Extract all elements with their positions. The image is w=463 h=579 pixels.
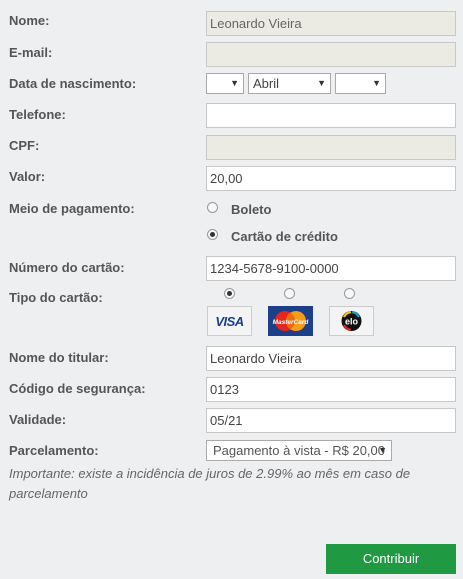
numero-cartao-field[interactable]: 1234-5678-9100-0000 (206, 256, 456, 281)
nome-label: Nome: (9, 13, 50, 28)
nascimento-label: Data de nascimento: (9, 76, 137, 91)
cartao-credito-label[interactable]: Cartão de crédito (231, 229, 338, 244)
parcelamento-select[interactable]: Pagamento à vista - R$ 20,00 ▼ (206, 440, 392, 461)
cpf-label: CPF: (9, 138, 40, 153)
elo-logo[interactable]: elo (329, 306, 374, 336)
svg-text:elo: elo (345, 317, 359, 327)
telefone-label: Telefone: (9, 107, 66, 122)
valor-label: Valor: (9, 169, 46, 184)
titular-label: Nome do titular: (9, 350, 109, 365)
validade-label: Validade: (9, 412, 67, 427)
svg-text:MasterCard: MasterCard (273, 319, 310, 326)
mastercard-logo[interactable]: MasterCard (268, 306, 313, 336)
chevron-down-icon: ▼ (378, 445, 387, 455)
valor-field[interactable]: 20,00 (206, 166, 456, 191)
numero-cartao-label: Número do cartão: (9, 260, 125, 275)
validade-field[interactable]: 05/21 (206, 408, 456, 433)
chevron-down-icon: ▼ (317, 78, 326, 88)
visa-logo[interactable]: VISA (207, 306, 252, 336)
visa-radio[interactable] (224, 288, 235, 299)
boleto-radio[interactable] (207, 202, 218, 213)
cpf-field[interactable] (206, 135, 456, 160)
nascimento-ano-select[interactable]: ▼ (335, 73, 386, 94)
boleto-label[interactable]: Boleto (231, 202, 271, 217)
email-label: E-mail: (9, 45, 53, 60)
chevron-down-icon: ▼ (230, 78, 239, 88)
titular-field[interactable]: Leonardo Vieira (206, 346, 456, 371)
elo-icon: elo (341, 311, 362, 331)
cartao-credito-radio[interactable] (207, 229, 218, 240)
parcelamento-label: Parcelamento: (9, 443, 99, 458)
chevron-down-icon: ▼ (372, 78, 381, 88)
email-field[interactable] (206, 42, 456, 67)
tipo-cartao-label: Tipo do cartão: (9, 290, 103, 305)
elo-radio[interactable] (344, 288, 355, 299)
nascimento-mes-select[interactable]: Abril ▼ (248, 73, 331, 94)
codigo-field[interactable]: 0123 (206, 377, 456, 402)
juros-note: Importante: existe a incidência de juros… (9, 466, 411, 501)
contribuir-button[interactable]: Contribuir (326, 544, 456, 574)
mastercard-icon: MasterCard (269, 307, 312, 335)
parcelamento-value: Pagamento à vista - R$ 20,00 (213, 443, 385, 458)
mastercard-radio[interactable] (284, 288, 295, 299)
telefone-field[interactable] (206, 103, 456, 128)
codigo-label: Código de segurança: (9, 381, 146, 396)
visa-logo-text: VISA (215, 313, 244, 329)
nascimento-mes-value: Abril (253, 76, 280, 91)
nascimento-dia-select[interactable]: ▼ (206, 73, 244, 94)
nome-field[interactable]: Leonardo Vieira (206, 11, 456, 36)
meio-pagamento-label: Meio de pagamento: (9, 201, 135, 216)
